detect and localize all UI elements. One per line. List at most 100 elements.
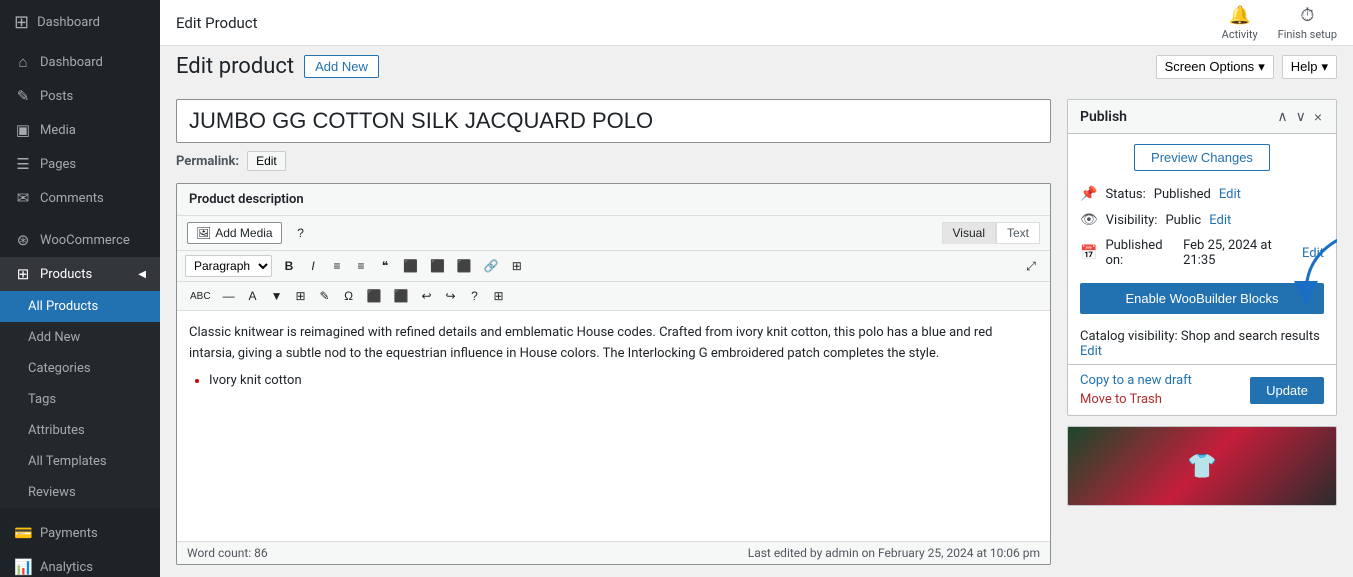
text-tab-button[interactable]: Text — [996, 222, 1040, 244]
paragraph-select[interactable]: Paragraph — [185, 255, 272, 277]
sidebar-item-pages[interactable]: ☰ Pages — [0, 147, 160, 181]
products-arrow-icon: ◀ — [138, 269, 146, 280]
add-media-button[interactable]: 🖼 Add Media — [187, 222, 282, 244]
bold-button[interactable]: B — [278, 256, 300, 276]
screen-options-label: Screen Options — [1165, 59, 1255, 74]
toolbar-row-1: Paragraph B I ≡ ≡ ❝ ⬛ ⬛ ⬛ 🔗 ⊞ ⤢ — [177, 251, 1050, 282]
wp-logo-icon: ⊞ — [14, 12, 29, 33]
sidebar-logo[interactable]: ⊞ Dashboard — [0, 0, 160, 45]
question-mark-button[interactable]: ? — [290, 223, 312, 243]
sidebar-item-all-products[interactable]: All Products — [0, 291, 160, 322]
catalog-edit-link[interactable]: Edit — [1080, 344, 1102, 359]
all-templates-label: All Templates — [28, 454, 107, 469]
status-icon: 📌 — [1080, 186, 1097, 202]
sidebar-item-add-new[interactable]: Add New — [0, 322, 160, 353]
screen-options-button[interactable]: Screen Options ▾ — [1156, 55, 1274, 79]
list-item-text: Ivory knit cotton — [209, 373, 302, 388]
publish-header-label: Publish — [1080, 109, 1127, 125]
status-edit-link[interactable]: Edit — [1219, 187, 1241, 202]
sidebar: ⊞ Dashboard ⌂ Dashboard ✎ Posts ▣ Media … — [0, 0, 160, 577]
editor-list: Ivory knit cotton — [209, 373, 1038, 388]
editor-toolbar-top: 🖼 Add Media ? Visual Text — [177, 216, 1050, 251]
page-heading: Edit product — [176, 54, 294, 79]
unordered-list-button[interactable]: ≡ — [326, 256, 348, 276]
outdent-button[interactable]: ⬛ — [389, 286, 414, 306]
fullscreen-button[interactable]: ⤢ — [1020, 256, 1042, 277]
calendar-icon: 📅 — [1080, 245, 1097, 261]
permalink-edit-button[interactable]: Edit — [247, 151, 286, 171]
sidebar-item-dashboard[interactable]: ⌂ Dashboard — [0, 45, 160, 79]
subheader-right: Screen Options ▾ Help ▾ — [1156, 55, 1337, 79]
edit-button[interactable]: ✎ — [314, 286, 336, 306]
add-new-button[interactable]: Add New — [304, 55, 379, 78]
publish-header-controls: ∧ ∨ × — [1275, 108, 1324, 125]
undo-button[interactable]: ↩ — [415, 286, 437, 306]
sidebar-item-comments[interactable]: ✉ Comments — [0, 181, 160, 215]
sidebar-item-analytics[interactable]: 📊 Analytics — [0, 550, 160, 577]
visibility-value: Public — [1165, 213, 1201, 228]
keyboard-shortcuts-button[interactable]: ? — [463, 286, 485, 306]
table-button[interactable]: ⊞ — [487, 286, 509, 306]
pages-icon: ☰ — [14, 155, 32, 173]
main-content: Edit Product 🔔 Activity ⏱ Finish setup E… — [160, 0, 1353, 577]
product-title-input[interactable] — [176, 99, 1051, 143]
ordered-list-button[interactable]: ≡ — [350, 256, 372, 276]
sidebar-item-attributes[interactable]: Attributes — [0, 415, 160, 446]
update-button[interactable]: Update — [1250, 377, 1324, 404]
visibility-edit-link[interactable]: Edit — [1209, 213, 1231, 228]
sidebar-item-label: Comments — [40, 191, 104, 206]
help-label: Help — [1291, 59, 1318, 74]
italic-button[interactable]: I — [302, 256, 324, 276]
subheader: Edit product Add New Screen Options ▾ He… — [160, 46, 1353, 87]
sidebar-item-all-templates[interactable]: All Templates — [0, 446, 160, 477]
sidebar-item-woocommerce[interactable]: ⊛ WooCommerce — [0, 223, 160, 257]
more-button[interactable]: ⊞ — [506, 256, 528, 276]
sidebar-item-label: Posts — [40, 89, 73, 104]
topbar: Edit Product 🔔 Activity ⏱ Finish setup — [160, 0, 1353, 46]
sidebar-item-categories[interactable]: Categories — [0, 353, 160, 384]
activity-icon: 🔔 — [1228, 5, 1250, 26]
publish-collapse-up[interactable]: ∧ — [1275, 108, 1289, 125]
preview-changes-button[interactable]: Preview Changes — [1134, 144, 1270, 171]
editor-content[interactable]: Classic knitwear is reimagined with refi… — [177, 311, 1050, 541]
publish-collapse-down[interactable]: ∨ — [1294, 108, 1308, 125]
enable-woobuilder-button[interactable]: Enable WooBuilder Blocks — [1080, 283, 1324, 314]
sidebar-item-tags[interactable]: Tags — [0, 384, 160, 415]
publish-close[interactable]: × — [1312, 108, 1324, 125]
publish-footer: Copy to a new draft Move to Trash Update — [1068, 364, 1336, 415]
trash-link[interactable]: Move to Trash — [1080, 392, 1192, 407]
align-center-button[interactable]: ⬛ — [425, 256, 450, 276]
align-right-button[interactable]: ⬛ — [452, 256, 477, 276]
strikethrough-button[interactable]: ABC — [185, 288, 216, 305]
published-edit-link[interactable]: Edit — [1302, 246, 1324, 261]
text-color-arrow-button[interactable]: ▼ — [266, 286, 288, 306]
analytics-icon: 📊 — [14, 558, 32, 576]
reviews-label: Reviews — [28, 485, 76, 500]
redo-button[interactable]: ↪ — [439, 286, 461, 306]
visibility-icon: 👁 — [1080, 212, 1098, 228]
help-button[interactable]: Help ▾ — [1282, 55, 1337, 79]
blockquote-button[interactable]: ❝ — [374, 256, 396, 276]
special-chars-button[interactable]: Ω — [338, 286, 360, 306]
paste-button[interactable]: ⊞ — [290, 286, 312, 306]
sidebar-item-reviews[interactable]: Reviews — [0, 477, 160, 508]
link-button[interactable]: 🔗 — [479, 256, 504, 276]
add-new-label: Add New — [28, 330, 80, 345]
hr-button[interactable]: — — [218, 286, 240, 306]
indent-button[interactable]: ⬛ — [362, 286, 387, 306]
sidebar-item-media[interactable]: ▣ Media — [0, 113, 160, 147]
attributes-label: Attributes — [28, 423, 85, 438]
sidebar-item-products[interactable]: ⊞ Products ◀ — [0, 257, 160, 291]
sidebar-item-payments[interactable]: 💳 Payments — [0, 516, 160, 550]
copy-draft-link[interactable]: Copy to a new draft — [1080, 373, 1192, 388]
activity-button[interactable]: 🔔 Activity — [1222, 5, 1258, 41]
finish-setup-button[interactable]: ⏱ Finish setup — [1278, 5, 1337, 41]
text-color-button[interactable]: A — [242, 286, 264, 306]
align-left-button[interactable]: ⬛ — [398, 256, 423, 276]
finish-setup-icon: ⏱ — [1300, 5, 1314, 26]
visual-tab-button[interactable]: Visual — [942, 222, 996, 244]
analytics-label: Analytics — [40, 560, 93, 575]
sidebar-item-label: WooCommerce — [40, 233, 130, 248]
finish-setup-label: Finish setup — [1278, 28, 1337, 41]
sidebar-item-posts[interactable]: ✎ Posts — [0, 79, 160, 113]
